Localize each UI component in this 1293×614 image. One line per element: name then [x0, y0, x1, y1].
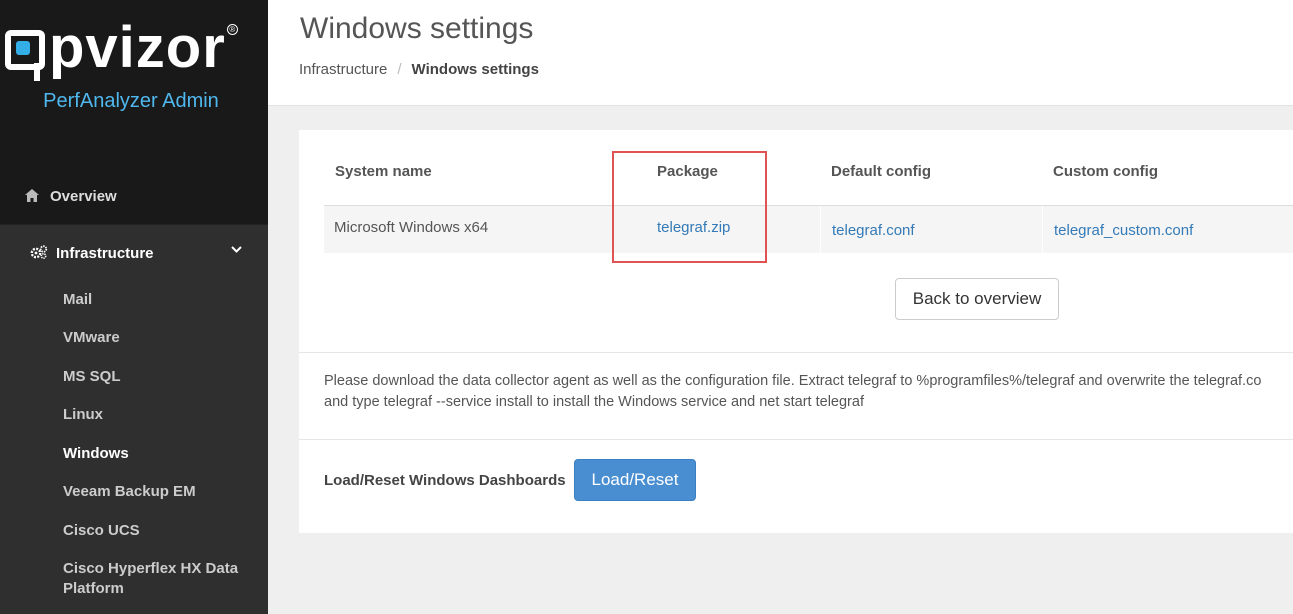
- gears-icon: [30, 244, 48, 262]
- divider: [299, 352, 1293, 353]
- cell-divider: [1042, 206, 1043, 254]
- table-header: System name Package Default config Custo…: [324, 130, 1293, 205]
- back-to-overview-button[interactable]: Back to overview: [895, 278, 1059, 320]
- opvizor-logo-icon: [5, 30, 47, 81]
- sidebar-item-veeam-backup-em[interactable]: Veeam Backup EM: [63, 482, 253, 502]
- sidebar-item-vmware[interactable]: VMware: [63, 328, 253, 348]
- sidebar-item-label: Overview: [50, 187, 117, 205]
- cell-system-name: Microsoft Windows x64: [334, 219, 489, 236]
- column-header-default-config: Default config: [831, 163, 931, 180]
- default-config-link[interactable]: telegraf.conf: [832, 222, 915, 239]
- highlight-box: [612, 151, 767, 263]
- app-title: PerfAnalyzer Admin: [43, 90, 219, 112]
- load-reset-button[interactable]: Load/Reset: [574, 459, 696, 501]
- column-header-system-name: System name: [335, 163, 432, 180]
- divider: [299, 439, 1293, 440]
- breadcrumb-item-infrastructure[interactable]: Infrastructure: [299, 61, 387, 78]
- table-row: Microsoft Windows x64 telegraf.zip teleg…: [324, 205, 1293, 254]
- sidebar-item-ms-sql[interactable]: MS SQL: [63, 367, 253, 387]
- logo[interactable]: pvizor ®: [5, 15, 238, 81]
- custom-config-link[interactable]: telegraf_custom.conf: [1054, 222, 1193, 239]
- column-header-custom-config: Custom config: [1053, 163, 1158, 180]
- registered-mark: ®: [226, 24, 238, 35]
- page-header: Windows settings Infrastructure / Window…: [268, 0, 1293, 106]
- cell-divider: [820, 206, 821, 254]
- page-title: Windows settings: [300, 12, 534, 45]
- sidebar-item-linux[interactable]: Linux: [63, 405, 253, 425]
- logo-text: pvizor: [49, 15, 226, 80]
- infrastructure-submenu: Mail VMware MS SQL Linux Windows Veeam B…: [0, 281, 268, 614]
- sidebar: pvizor ® PerfAnalyzer Admin Overview Inf…: [0, 0, 268, 614]
- breadcrumb-item-current: Windows settings: [411, 61, 539, 78]
- sidebar-item-label: Infrastructure: [56, 244, 154, 262]
- sidebar-item-cisco-ucs[interactable]: Cisco UCS: [63, 521, 253, 541]
- sidebar-item-infrastructure[interactable]: Infrastructure: [0, 225, 268, 281]
- breadcrumb: Infrastructure / Windows settings: [299, 61, 539, 78]
- settings-panel: System name Package Default config Custo…: [299, 130, 1293, 533]
- home-icon: [25, 189, 39, 203]
- instructions-line-2: and type telegraf --service install to i…: [324, 394, 864, 410]
- sidebar-item-cisco-hyperflex[interactable]: Cisco Hyperflex HX Data Platform: [63, 559, 248, 599]
- instructions-line-1: Please download the data collector agent…: [324, 373, 1262, 389]
- sidebar-item-windows[interactable]: Windows: [63, 444, 253, 464]
- sidebar-item-overview[interactable]: Overview: [0, 180, 268, 212]
- dashboards-label: Load/Reset Windows Dashboards: [324, 472, 566, 489]
- chevron-down-icon: [231, 244, 242, 256]
- sidebar-item-mail[interactable]: Mail: [63, 290, 253, 310]
- breadcrumb-separator: /: [397, 61, 402, 78]
- instructions-text: Please download the data collector agent…: [324, 371, 1293, 415]
